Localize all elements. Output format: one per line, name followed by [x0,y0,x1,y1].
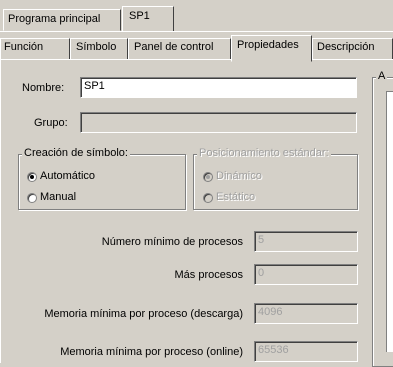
grupo-label: Grupo: [34,117,68,129]
tab-sp1[interactable]: SP1 [122,6,174,32]
estatico-label: Estático [216,191,256,203]
estatico-radio [203,193,213,203]
tab-propiedades[interactable]: Propiedades [231,35,312,62]
automatico-radio[interactable] [27,172,37,182]
tab-descripcion[interactable]: Descripción [312,38,393,60]
memoria-online-value: 65536 [258,344,289,356]
memoria-descarga-input: 4096 [254,303,358,324]
manual-radio[interactable] [27,193,37,203]
min-procesos-value: 5 [258,234,265,246]
mas-procesos-value: 0 [258,267,265,279]
tab-funcion[interactable]: Función [0,38,70,60]
grupo-input [80,112,357,133]
memoria-descarga-value: 4096 [258,306,283,318]
min-procesos-label: Número mínimo de procesos [101,236,243,248]
min-procesos-input: 5 [254,231,358,252]
mas-procesos-input: 0 [254,264,358,285]
tab-programa-principal[interactable]: Programa principal [3,9,121,31]
dinamico-radio [203,172,213,182]
right-list-box[interactable] [386,91,393,352]
tab-label: Propiedades [237,39,299,51]
automatico-label[interactable]: Automático [40,170,95,182]
memoria-online-label: Memoria mínima por proceso (online) [60,346,243,358]
nombre-label: Nombre: [22,82,65,94]
creacion-simbolo-legend: Creación de símbolo: [22,147,130,159]
tab-label: Función [4,41,44,53]
memoria-online-input: 65536 [254,341,358,362]
tab-label: SP1 [129,10,150,22]
memoria-descarga-label: Memoria mínima por proceso (descarga) [44,308,243,320]
tab-label: Programa principal [8,13,101,25]
tab-label: Símbolo [76,41,117,53]
posicionamiento-legend: Posicionamiento estándar: [197,147,331,159]
tab-label: Panel de control [134,41,214,53]
tab-label: Descripción [317,41,375,53]
mas-procesos-label: Más procesos [174,269,243,281]
manual-label[interactable]: Manual [40,191,76,203]
dinamico-label: Dinámico [216,170,262,182]
tab-simbolo[interactable]: Símbolo [70,38,128,60]
tab-panel-de-control[interactable]: Panel de control [128,38,231,60]
nombre-input[interactable]: SP1 [80,77,357,98]
nombre-value: SP1 [84,80,105,92]
right-group-legend: A [376,70,388,82]
